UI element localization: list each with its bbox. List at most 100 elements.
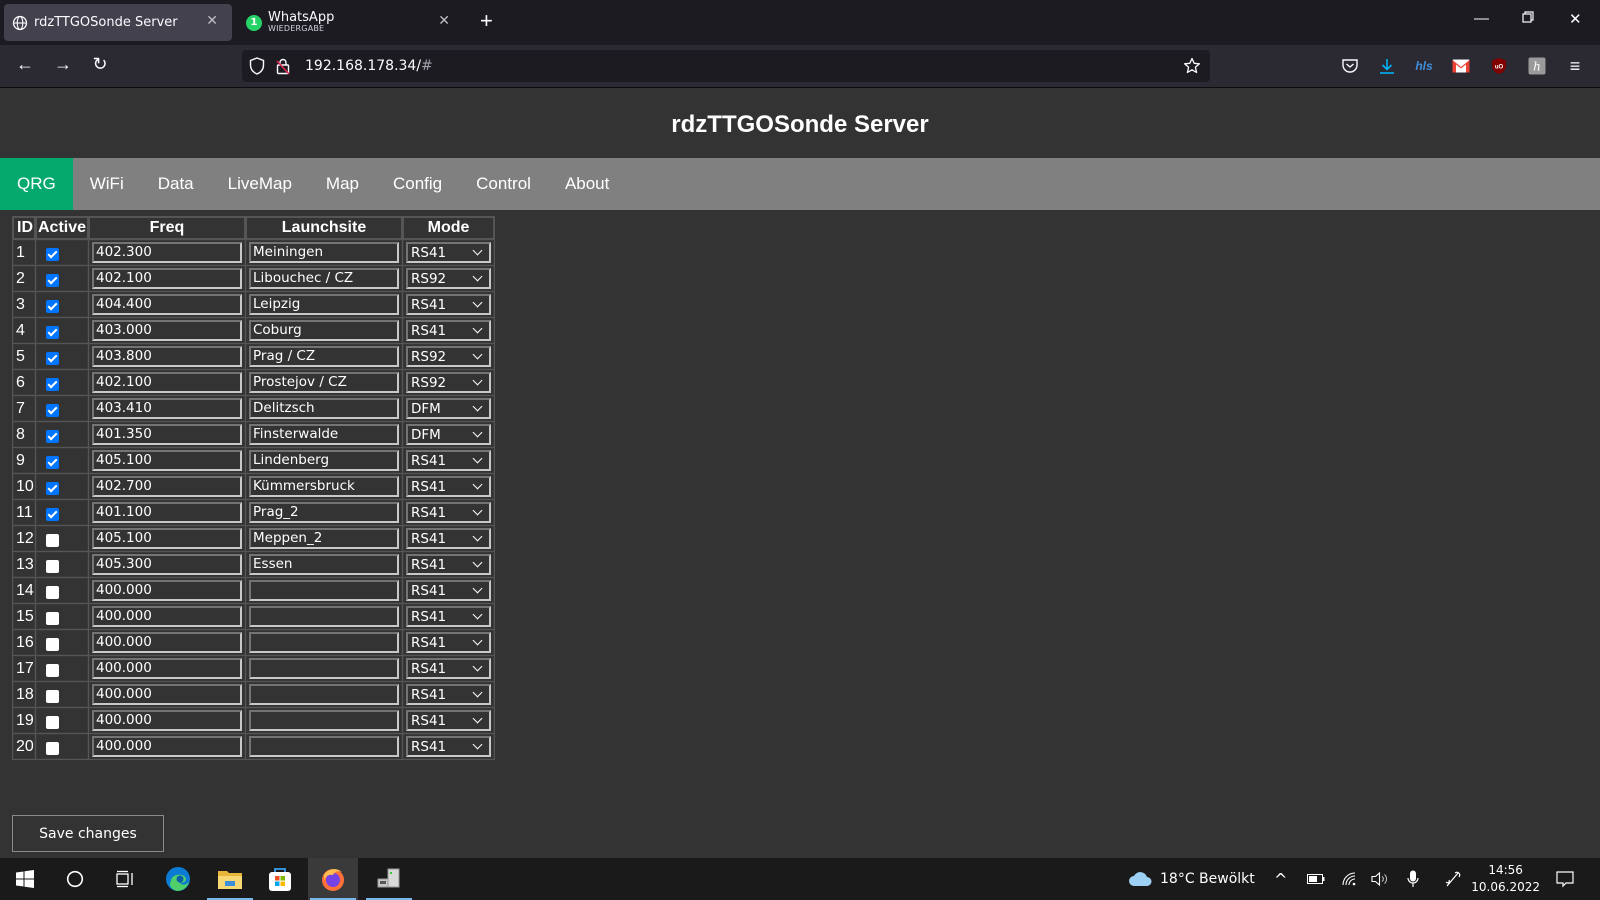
back-icon[interactable]: ← — [13, 54, 37, 75]
launchsite-input[interactable]: Prag / CZ — [249, 346, 399, 367]
launchsite-input[interactable]: Kümmersbruck — [249, 476, 399, 497]
freq-input[interactable]: 403.800 — [92, 346, 242, 367]
pen-icon[interactable] — [1444, 858, 1462, 900]
close-tab-icon[interactable]: ✕ — [438, 13, 450, 29]
freq-input[interactable]: 402.100 — [92, 268, 242, 289]
menu-item-data[interactable]: Data — [141, 158, 211, 210]
mode-select[interactable]: RS41 — [406, 658, 491, 679]
active-checkbox[interactable] — [46, 559, 59, 573]
mode-select[interactable]: RS41 — [406, 450, 491, 471]
active-checkbox[interactable] — [46, 741, 59, 755]
hls-extension-icon[interactable]: hls — [1414, 56, 1434, 76]
mode-select[interactable]: RS41 — [406, 294, 491, 315]
active-checkbox[interactable] — [46, 715, 59, 729]
freq-input[interactable]: 400.000 — [92, 580, 242, 601]
active-checkbox[interactable] — [46, 403, 59, 417]
launchsite-input[interactable] — [249, 606, 399, 627]
system-clock[interactable]: 14:56 10.06.2022 — [1471, 862, 1540, 896]
freq-input[interactable]: 402.300 — [92, 242, 242, 263]
active-checkbox[interactable] — [46, 299, 59, 313]
mode-select[interactable]: RS41 — [406, 736, 491, 757]
launchsite-input[interactable] — [249, 658, 399, 679]
mode-select[interactable]: DFM — [406, 424, 491, 445]
active-checkbox[interactable] — [46, 533, 59, 547]
wifi-icon[interactable] — [1341, 858, 1357, 900]
new-tab-button[interactable]: + — [480, 10, 493, 32]
task-view-button[interactable] — [100, 858, 150, 900]
freq-input[interactable]: 400.000 — [92, 710, 242, 731]
mode-select[interactable]: RS41 — [406, 242, 491, 263]
menu-item-livemap[interactable]: LiveMap — [211, 158, 309, 210]
ublock-icon[interactable]: uO — [1489, 56, 1509, 76]
mode-select[interactable]: RS41 — [406, 710, 491, 731]
launchsite-input[interactable]: Finsterwalde — [249, 424, 399, 445]
mode-select[interactable]: RS92 — [406, 346, 491, 367]
launchsite-input[interactable]: Leipzig — [249, 294, 399, 315]
start-button[interactable] — [0, 858, 50, 900]
microphone-icon[interactable] — [1407, 858, 1419, 900]
shield-icon[interactable] — [247, 56, 267, 76]
mode-select[interactable]: RS41 — [406, 320, 491, 341]
firefox-app[interactable] — [308, 858, 358, 900]
launchsite-input[interactable]: Lindenberg — [249, 450, 399, 471]
freq-input[interactable]: 403.410 — [92, 398, 242, 419]
mode-select[interactable]: RS41 — [406, 528, 491, 549]
active-checkbox[interactable] — [46, 247, 59, 261]
mode-select[interactable]: RS41 — [406, 476, 491, 497]
gmail-icon[interactable] — [1451, 56, 1471, 76]
active-checkbox[interactable] — [46, 377, 59, 391]
freq-input[interactable]: 404.400 — [92, 294, 242, 315]
mode-select[interactable]: RS41 — [406, 554, 491, 575]
url-bar[interactable]: 192.168.178.34/# — [242, 50, 1210, 82]
reload-icon[interactable]: ↻ — [88, 54, 112, 75]
tab-whatsapp[interactable]: 1 WhatsApp WIEDERGABE ✕ — [238, 4, 464, 41]
freq-input[interactable]: 405.300 — [92, 554, 242, 575]
forward-icon[interactable]: → — [51, 54, 75, 75]
store-app[interactable] — [255, 858, 305, 900]
file-explorer-app[interactable] — [205, 858, 255, 900]
active-checkbox[interactable] — [46, 481, 59, 495]
menu-item-config[interactable]: Config — [376, 158, 459, 210]
launchsite-input[interactable]: Essen — [249, 554, 399, 575]
launchsite-input[interactable] — [249, 710, 399, 731]
freq-input[interactable]: 401.100 — [92, 502, 242, 523]
launchsite-input[interactable]: Libouchec / CZ — [249, 268, 399, 289]
freq-input[interactable]: 400.000 — [92, 632, 242, 653]
mode-select[interactable]: RS41 — [406, 632, 491, 653]
freq-input[interactable]: 405.100 — [92, 450, 242, 471]
search-button[interactable] — [50, 858, 100, 900]
mode-select[interactable]: RS92 — [406, 372, 491, 393]
volume-icon[interactable] — [1371, 858, 1389, 900]
active-checkbox[interactable] — [46, 585, 59, 599]
battery-icon[interactable] — [1307, 858, 1325, 900]
close-tab-icon[interactable]: ✕ — [206, 13, 218, 29]
launchsite-input[interactable]: Prostejov / CZ — [249, 372, 399, 393]
extension-k-icon[interactable]: h — [1527, 56, 1547, 76]
active-checkbox[interactable] — [46, 351, 59, 365]
freq-input[interactable]: 400.000 — [92, 684, 242, 705]
launchsite-input[interactable] — [249, 632, 399, 653]
active-checkbox[interactable] — [46, 611, 59, 625]
show-hidden-icons-chevron-icon[interactable]: ^ — [1274, 858, 1287, 900]
save-changes-button[interactable]: Save changes — [12, 815, 164, 852]
active-checkbox[interactable] — [46, 455, 59, 469]
restore-icon[interactable] — [1522, 10, 1534, 27]
mode-select[interactable]: RS92 — [406, 268, 491, 289]
menu-item-about[interactable]: About — [548, 158, 626, 210]
freq-input[interactable]: 400.000 — [92, 736, 242, 757]
freq-input[interactable]: 405.100 — [92, 528, 242, 549]
launchsite-input[interactable]: Prag_2 — [249, 502, 399, 523]
launchsite-input[interactable]: Delitzsch — [249, 398, 399, 419]
notifications-icon[interactable] — [1556, 858, 1574, 900]
bookmark-star-icon[interactable] — [1182, 56, 1202, 76]
download-icon[interactable] — [1377, 56, 1397, 76]
launchsite-input[interactable] — [249, 736, 399, 757]
hamburger-menu-icon[interactable]: ≡ — [1565, 56, 1585, 76]
edge-app[interactable] — [153, 858, 203, 900]
active-checkbox[interactable] — [46, 637, 59, 651]
active-checkbox[interactable] — [46, 689, 59, 703]
mode-select[interactable]: DFM — [406, 398, 491, 419]
active-checkbox[interactable] — [46, 663, 59, 677]
active-checkbox[interactable] — [46, 507, 59, 521]
pocket-icon[interactable] — [1340, 56, 1360, 76]
